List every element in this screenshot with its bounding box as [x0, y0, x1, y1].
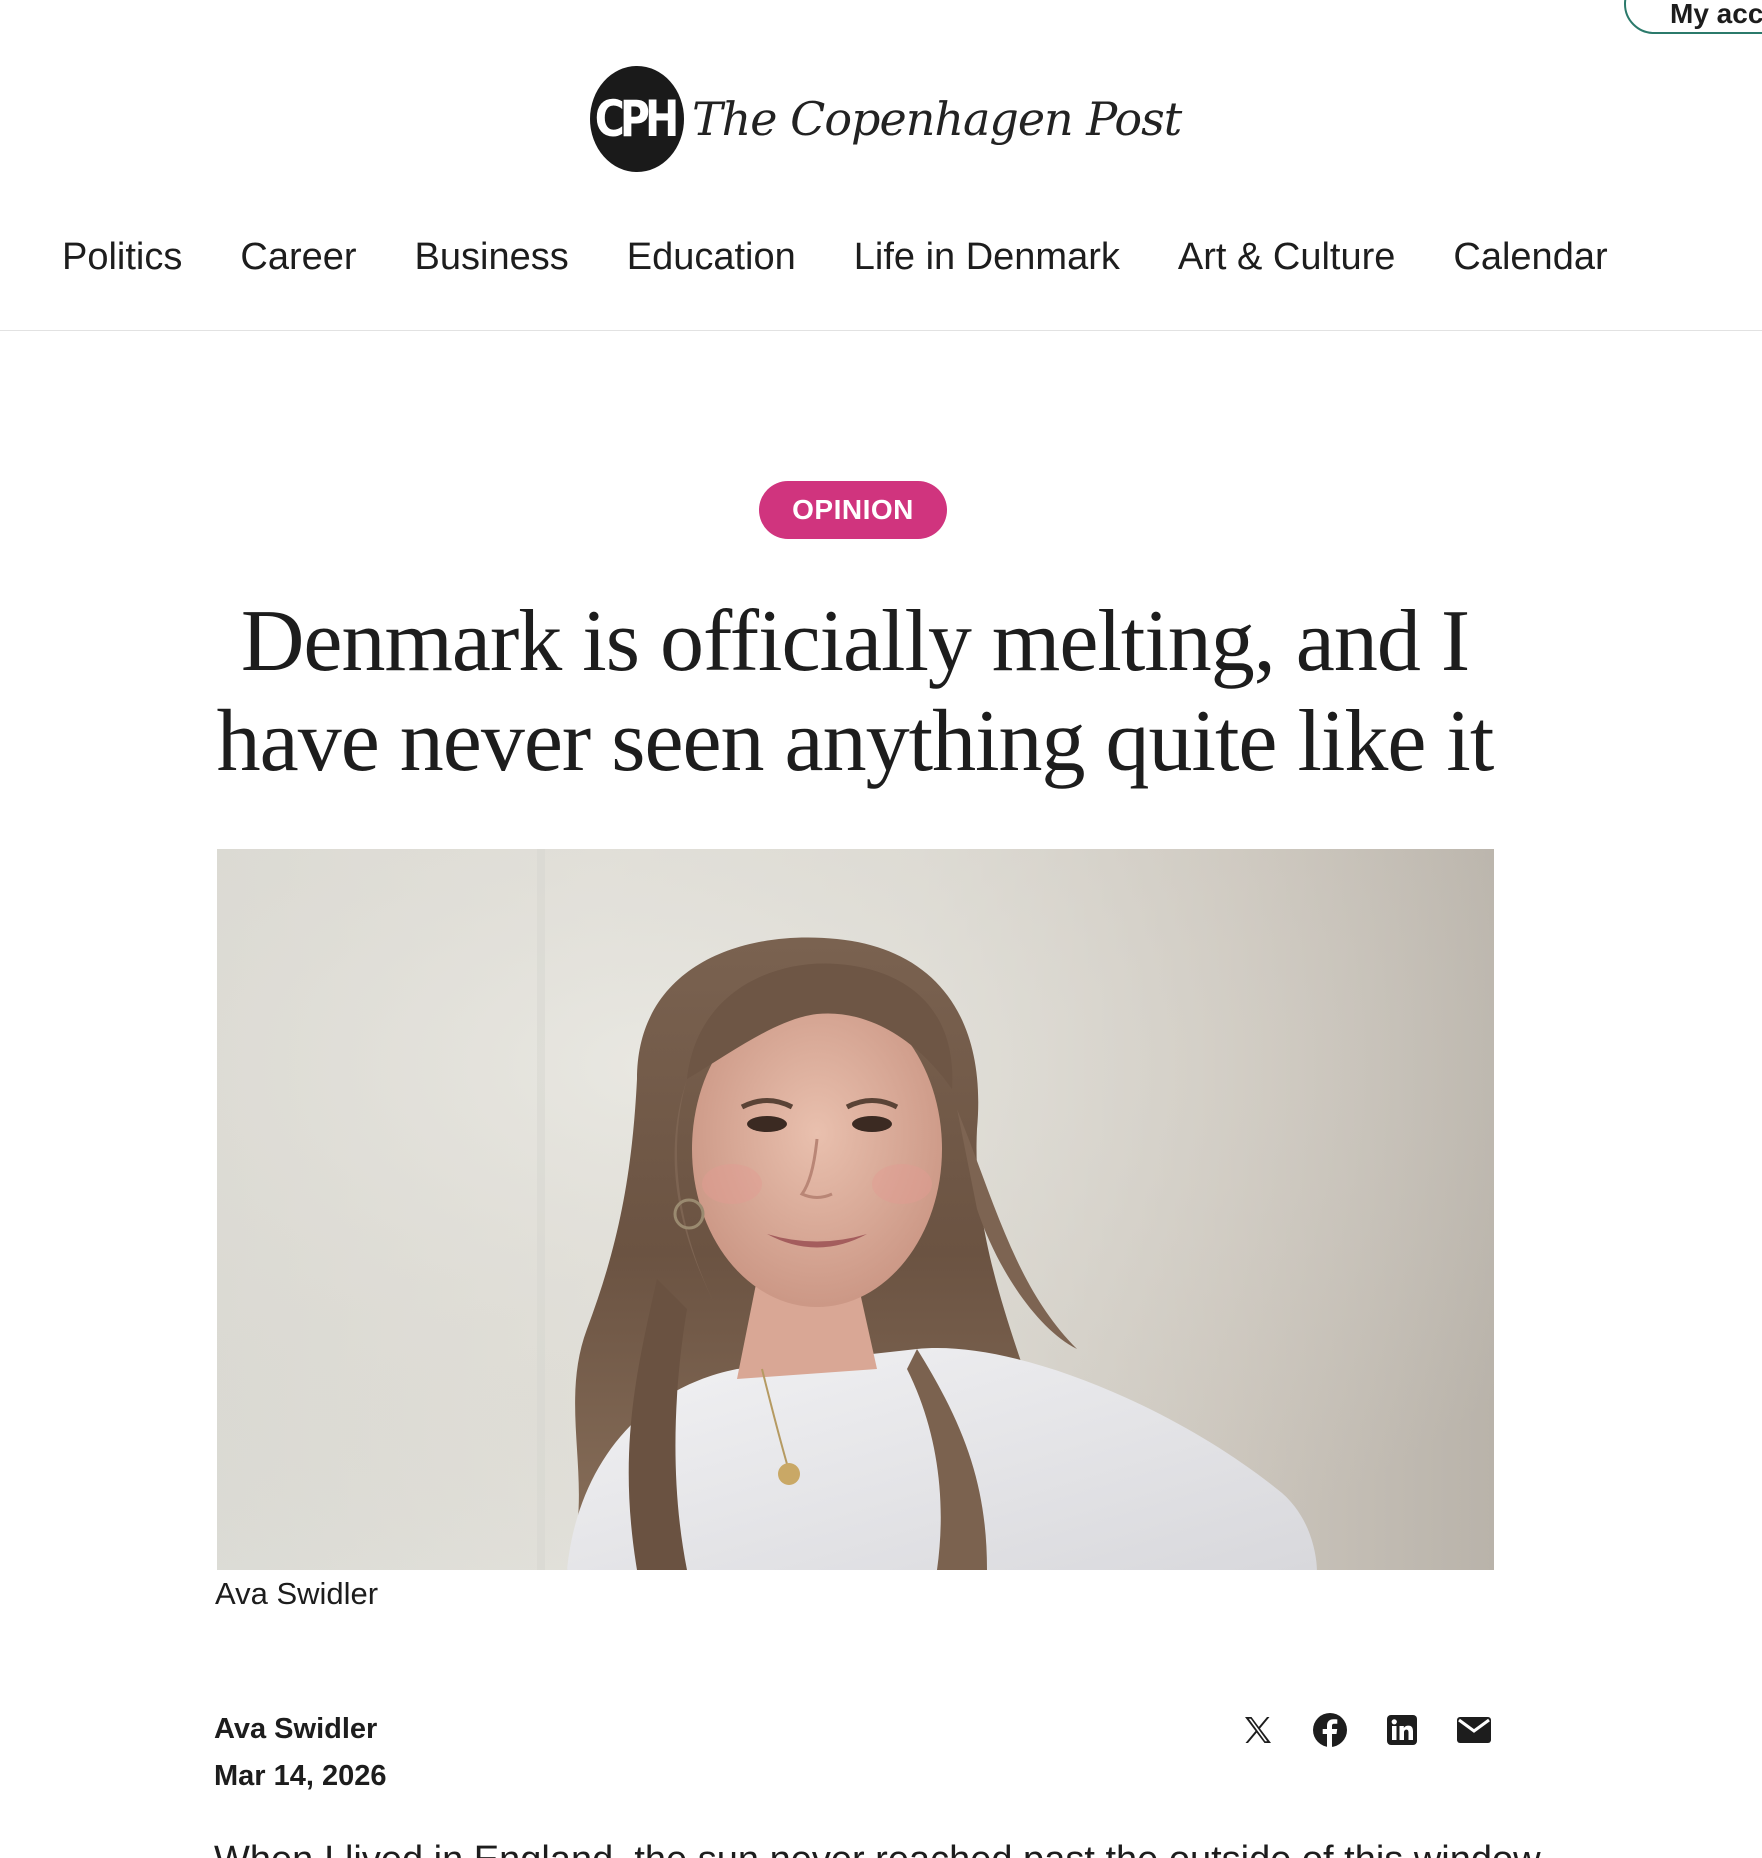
article-headline: Denmark is officially melting, and I hav…	[150, 592, 1560, 792]
article-page: My account CPH The Copenhagen Post Polit…	[0, 0, 1762, 1858]
email-icon[interactable]	[1454, 1710, 1494, 1750]
nav-item-calendar[interactable]: Calendar	[1453, 236, 1607, 279]
nav-item-art-culture[interactable]: Art & Culture	[1178, 236, 1396, 279]
facebook-icon[interactable]	[1310, 1710, 1350, 1750]
publish-date: Mar 14, 2026	[214, 1760, 387, 1792]
photo-caption: Ava Swidler	[215, 1576, 379, 1611]
headline-line-1: Denmark is officially melting, and I	[240, 593, 1470, 690]
nav-item-business[interactable]: Business	[415, 236, 569, 279]
nav-item-life-in-denmark[interactable]: Life in Denmark	[854, 236, 1120, 279]
author-name[interactable]: Ava Swidler	[214, 1713, 377, 1746]
nav-divider	[0, 330, 1762, 331]
logo-mark-text: CPH	[595, 90, 680, 148]
main-navigation: Politics Career Business Education Life …	[62, 236, 1608, 279]
nav-item-career[interactable]: Career	[240, 236, 356, 279]
logo-name: The Copenhagen Post	[692, 92, 1182, 146]
site-logo[interactable]: CPH The Copenhagen Post	[590, 66, 1182, 172]
headline-line-2: have never seen anything quite like it	[216, 693, 1495, 790]
cph-logo-mark: CPH	[590, 66, 684, 172]
x-icon[interactable]	[1238, 1710, 1278, 1750]
linkedin-icon[interactable]	[1382, 1710, 1422, 1750]
nav-item-education[interactable]: Education	[627, 236, 796, 279]
category-badge[interactable]: OPINION	[759, 481, 947, 539]
article-photo	[217, 849, 1494, 1570]
article-body-first-line: When I lived in England, the sun never r…	[214, 1838, 1541, 1858]
nav-item-politics[interactable]: Politics	[62, 236, 182, 279]
my-account-button[interactable]: My account	[1624, 0, 1762, 34]
portrait-illustration	[217, 849, 1494, 1570]
share-bar	[1238, 1710, 1494, 1750]
